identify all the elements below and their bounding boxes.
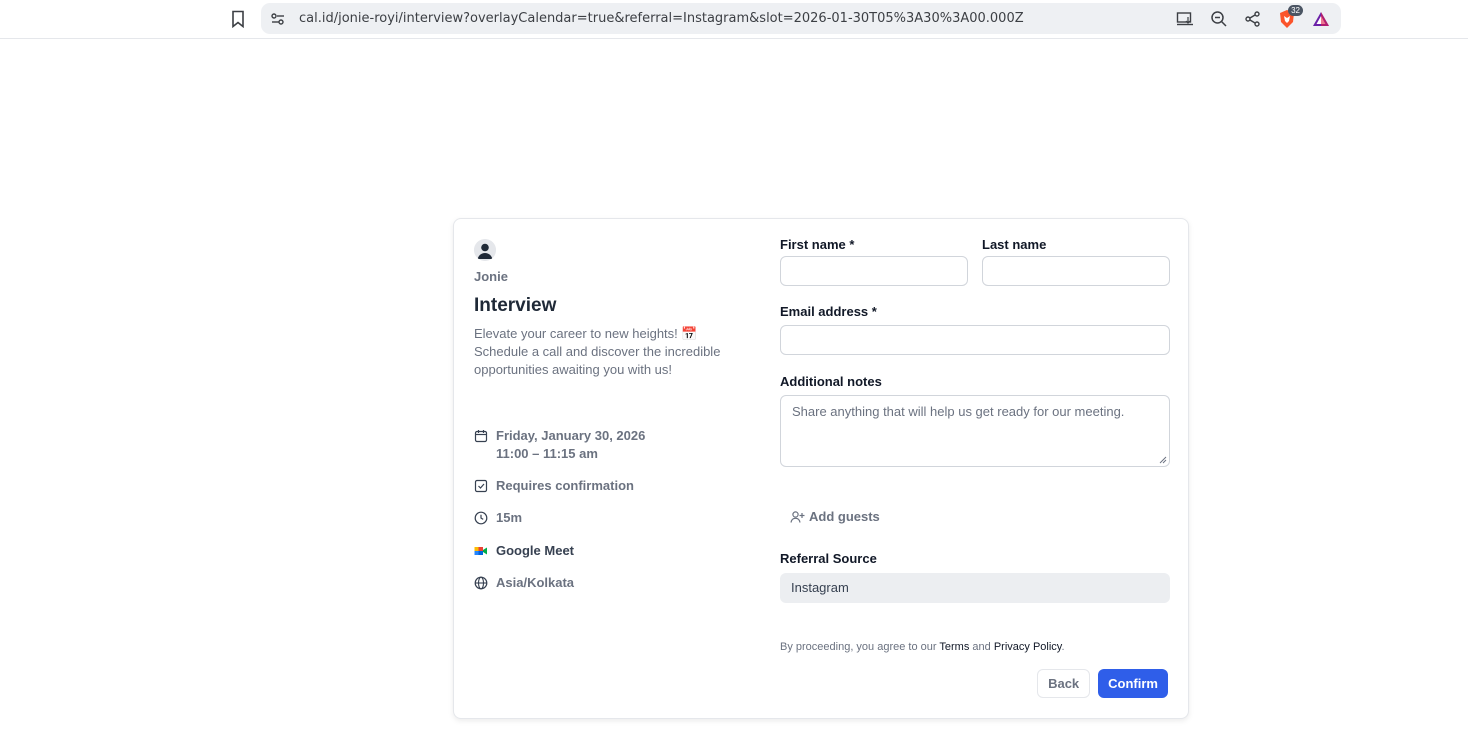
bookmark-icon[interactable] — [229, 9, 247, 29]
last-name-field[interactable] — [982, 256, 1170, 286]
browser-toolbar: cal.id/jonie-royi/interview?overlayCalen… — [0, 0, 1468, 39]
add-guests-button[interactable]: Add guests — [780, 509, 1170, 524]
event-timezone[interactable]: Asia/Kolkata — [496, 574, 574, 592]
referral-label: Referral Source — [780, 551, 877, 566]
google-meet-icon — [474, 544, 488, 558]
notes-label: Additional notes — [780, 374, 882, 389]
user-plus-icon — [790, 510, 805, 523]
booking-form: First name * Last name Email address * A… — [780, 237, 1170, 653]
date-row: Friday, January 30, 2026 11:00 – 11:15 a… — [474, 427, 734, 477]
privacy-policy-link[interactable]: Privacy Policy — [994, 641, 1062, 653]
brave-rewards-icon[interactable] — [1311, 9, 1331, 29]
event-duration: 15m — [496, 510, 523, 525]
site-info-icon[interactable] — [269, 10, 287, 28]
add-guests-label: Add guests — [809, 509, 880, 524]
notes-placeholder: Share anything that will help us get rea… — [792, 404, 1125, 419]
terms-notice: By proceeding, you agree to our Terms an… — [780, 641, 1065, 653]
requires-confirmation: Requires confirmation — [496, 478, 634, 493]
event-title: Interview — [474, 295, 557, 316]
location-row: Google Meet — [474, 542, 734, 574]
first-name-field[interactable] — [780, 256, 968, 286]
event-date: Friday, January 30, 2026 — [496, 428, 646, 443]
referral-field[interactable]: Instagram — [780, 573, 1170, 603]
email-field[interactable] — [780, 325, 1170, 355]
resize-grip-icon[interactable] — [1159, 456, 1167, 464]
url-text[interactable]: cal.id/jonie-royi/interview?overlayCalen… — [299, 11, 1024, 26]
timezone-row[interactable]: Asia/Kolkata — [474, 574, 734, 606]
event-details: Friday, January 30, 2026 11:00 – 11:15 a… — [474, 427, 734, 606]
shields-count-badge: 32 — [1288, 5, 1303, 16]
event-description: Elevate your career to new heights! 📅 Sc… — [474, 326, 721, 377]
event-location: Google Meet — [496, 543, 575, 558]
notes-textarea[interactable]: Share anything that will help us get rea… — [780, 395, 1170, 467]
clock-icon — [474, 511, 488, 525]
address-bar[interactable]: cal.id/jonie-royi/interview?overlayCalen… — [261, 3, 1341, 34]
globe-icon — [474, 576, 488, 590]
first-name-label: First name * — [780, 237, 855, 252]
email-label: Email address * — [780, 304, 877, 319]
confirmation-row: Requires confirmation — [474, 477, 734, 509]
duration-row: 15m — [474, 509, 734, 542]
calendar-icon — [474, 429, 488, 443]
last-name-label: Last name — [982, 237, 1047, 252]
event-time: 11:00 – 11:15 am — [496, 446, 598, 461]
terms-link[interactable]: Terms — [939, 641, 969, 653]
confirm-button[interactable]: Confirm — [1098, 669, 1168, 698]
checkbox-icon — [474, 479, 488, 493]
brave-shields-icon[interactable]: 32 — [1277, 5, 1303, 29]
back-button[interactable]: Back — [1037, 669, 1091, 698]
install-app-icon[interactable] — [1175, 9, 1195, 29]
event-summary: Jonie Interview Elevate your career to n… — [474, 239, 734, 379]
share-icon[interactable] — [1243, 9, 1263, 29]
host-name: Jonie — [474, 269, 508, 284]
booking-card: Jonie Interview Elevate your career to n… — [453, 218, 1189, 719]
zoom-out-icon[interactable] — [1209, 9, 1229, 29]
avatar — [474, 239, 496, 261]
